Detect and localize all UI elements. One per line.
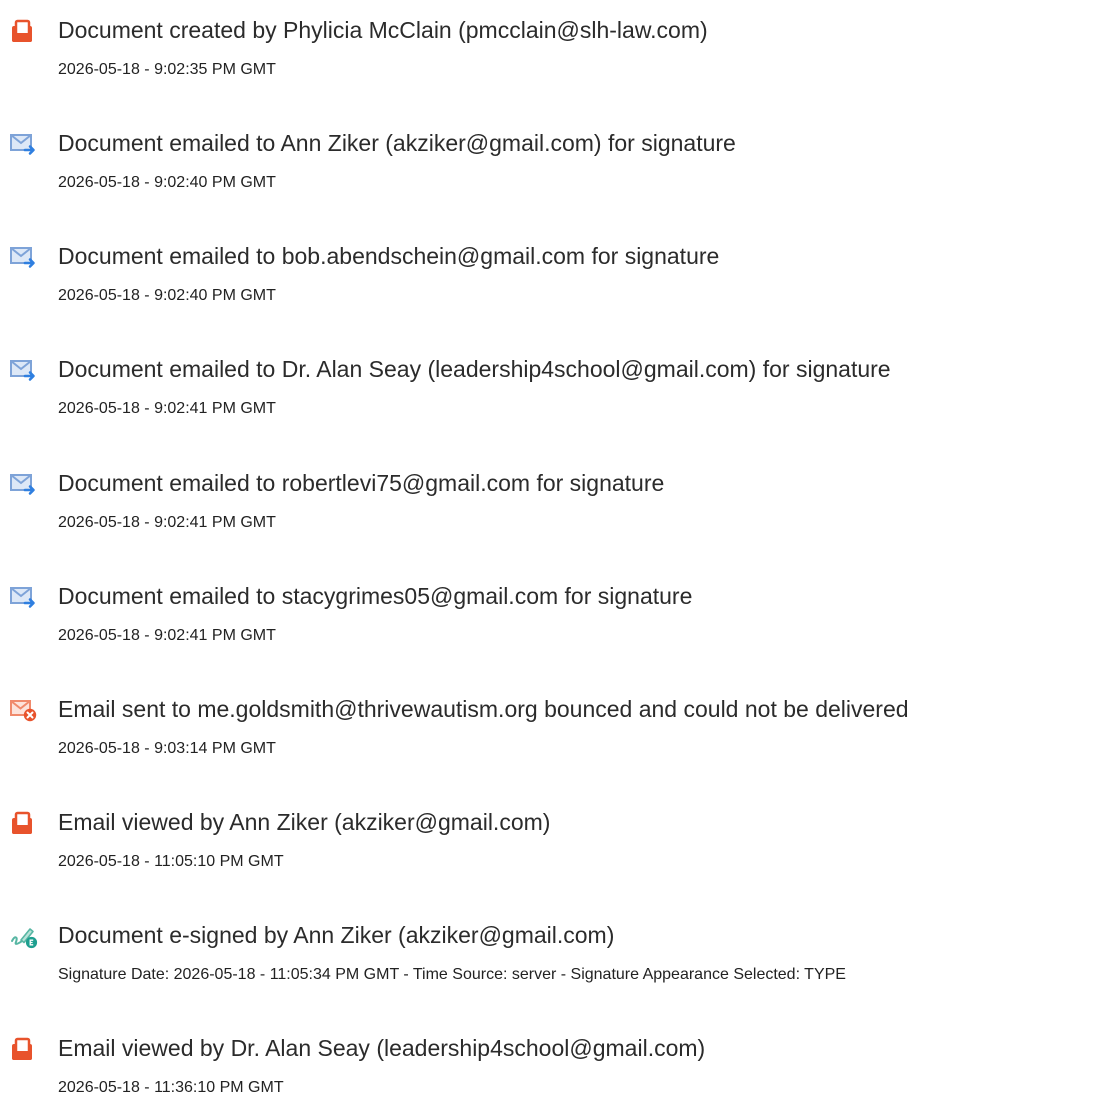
- event-title: Document emailed to Dr. Alan Seay (leade…: [58, 356, 891, 382]
- audit-event: Document emailed to Ann Ziker (akziker@g…: [0, 126, 1114, 206]
- event-timestamp: 2026-05-18 - 9:02:41 PM GMT: [58, 400, 276, 417]
- event-timestamp: 2026-05-18 - 9:02:40 PM GMT: [58, 174, 276, 191]
- audit-event: Email viewed by Ann Ziker (akziker@gmail…: [0, 805, 1114, 885]
- document-viewed-icon: [8, 1036, 38, 1062]
- event-title: Document e-signed by Ann Ziker (akziker@…: [58, 922, 615, 948]
- audit-event-list: Document created by Phylicia McClain (pm…: [0, 0, 1114, 1107]
- event-title: Email viewed by Dr. Alan Seay (leadershi…: [58, 1035, 706, 1061]
- event-title: Document created by Phylicia McClain (pm…: [58, 17, 708, 43]
- event-timestamp: 2026-05-18 - 9:02:40 PM GMT: [58, 287, 276, 304]
- event-title: Email viewed by Ann Ziker (akziker@gmail…: [58, 809, 551, 835]
- event-timestamp: 2026-05-18 - 9:02:35 PM GMT: [58, 61, 276, 78]
- document-created-icon: [8, 18, 38, 44]
- event-timestamp: 2026-05-18 - 9:02:41 PM GMT: [58, 627, 276, 644]
- email-bounced-icon: [8, 697, 38, 723]
- audit-event: Document emailed to stacygrimes05@gmail.…: [0, 579, 1114, 659]
- audit-event: Document created by Phylicia McClain (pm…: [0, 13, 1114, 93]
- email-sent-icon: [8, 131, 38, 157]
- event-title: Email sent to me.goldsmith@thrivewautism…: [58, 696, 909, 722]
- event-title: Document emailed to bob.abendschein@gmai…: [58, 243, 720, 269]
- audit-event: Document e-signed by Ann Ziker (akziker@…: [0, 918, 1114, 998]
- event-title: Document emailed to robertlevi75@gmail.c…: [58, 470, 665, 496]
- event-timestamp: 2026-05-18 - 11:36:10 PM GMT: [58, 1079, 284, 1096]
- event-timestamp: 2026-05-18 - 9:02:41 PM GMT: [58, 514, 276, 531]
- event-timestamp: 2026-05-18 - 9:03:14 PM GMT: [58, 740, 276, 757]
- audit-event: Document emailed to robertlevi75@gmail.c…: [0, 466, 1114, 546]
- audit-event: Email viewed by Dr. Alan Seay (leadershi…: [0, 1031, 1114, 1111]
- event-signature-details: Signature Date: 2026-05-18 - 11:05:34 PM…: [58, 966, 846, 983]
- email-sent-icon: [8, 584, 38, 610]
- email-sent-icon: [8, 357, 38, 383]
- event-title: Document emailed to stacygrimes05@gmail.…: [58, 583, 693, 609]
- audit-event: Document emailed to bob.abendschein@gmai…: [0, 239, 1114, 319]
- audit-event: Email sent to me.goldsmith@thrivewautism…: [0, 692, 1114, 772]
- document-viewed-icon: [8, 810, 38, 836]
- event-timestamp: 2026-05-18 - 11:05:10 PM GMT: [58, 853, 284, 870]
- email-sent-icon: [8, 471, 38, 497]
- audit-event: Document emailed to Dr. Alan Seay (leade…: [0, 352, 1114, 432]
- event-title: Document emailed to Ann Ziker (akziker@g…: [58, 130, 736, 156]
- e-signed-icon: [8, 923, 38, 949]
- email-sent-icon: [8, 244, 38, 270]
